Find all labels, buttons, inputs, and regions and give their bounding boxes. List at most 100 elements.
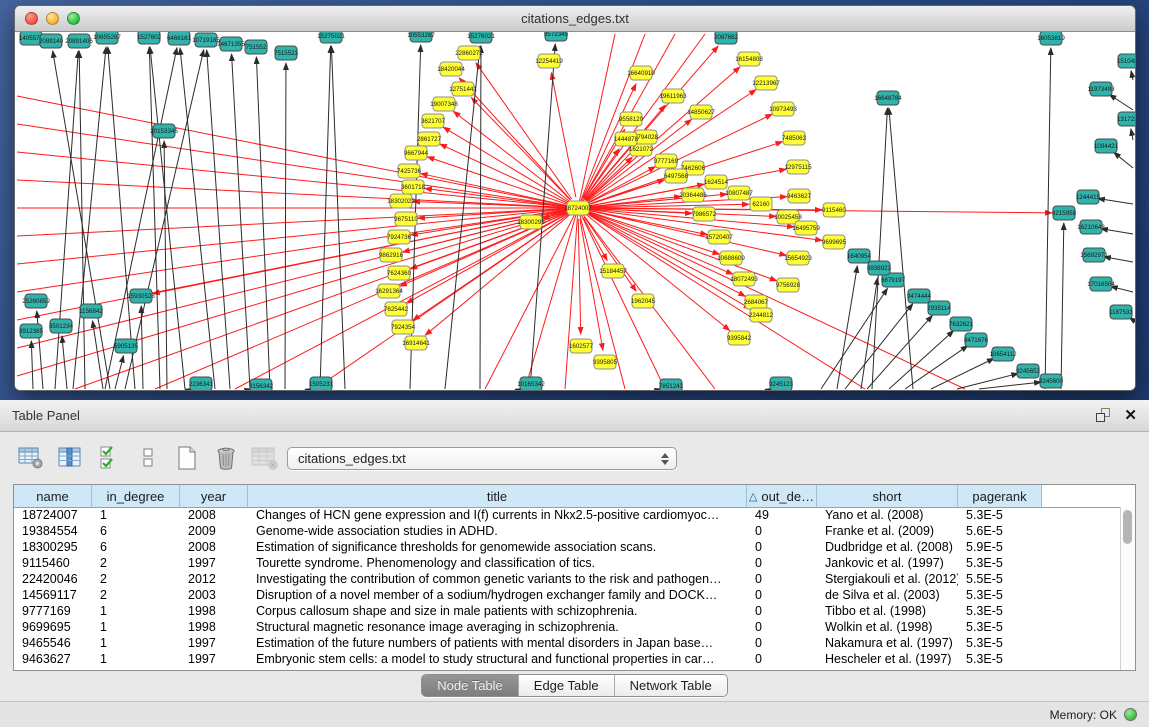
select-columns-button[interactable] [94,442,124,474]
network-node[interactable]: 15276021 [467,32,495,43]
network-node[interactable]: 3621707 [421,114,446,128]
network-node[interactable]: 1084421 [1094,139,1119,153]
network-node[interactable]: 7485063 [782,131,807,145]
network-node[interactable]: 15930528 [127,289,155,303]
window-titlebar[interactable]: citations_edges.txt [15,6,1135,32]
table-row[interactable]: 1938455462009Genome-wide association stu… [14,523,1121,539]
network-node[interactable]: 9558120 [619,112,644,126]
network-node[interactable]: 14850627 [687,105,715,119]
close-window-icon[interactable] [25,12,38,25]
network-node[interactable]: 16053819 [1037,32,1065,45]
zoom-window-icon[interactable] [67,12,80,25]
network-node[interactable]: 10655287 [93,32,121,44]
network-node[interactable]: 16154808 [735,52,763,66]
row-options-button[interactable] [133,442,163,474]
network-node[interactable]: 1640954 [847,249,872,263]
network-node[interactable]: 1244415 [1076,190,1101,204]
network-node[interactable]: 3601718 [401,180,426,194]
network-node[interactable]: 9756928 [776,278,801,292]
column-header-name[interactable]: name [14,485,92,507]
network-node[interactable]: 2089140 [39,34,64,48]
network-node[interactable]: 10688609 [717,251,745,265]
network-node[interactable]: 14671355 [217,37,245,51]
column-header-year[interactable]: year [180,485,248,507]
network-node[interactable]: 15184457 [599,264,627,278]
table-row[interactable]: 946554611997Estimation of the future num… [14,635,1121,651]
network-node[interactable]: 8215958 [1052,206,1077,220]
network-node[interactable]: 1505231 [309,377,334,390]
network-node[interactable]: 7851243 [659,379,684,390]
network-node[interactable]: 2244812 [749,308,774,322]
close-panel-icon[interactable]: ✕ [1124,408,1137,423]
network-node[interactable]: 7624360 [387,266,412,280]
network-node[interactable]: 12213967 [752,76,780,90]
table-row[interactable]: 2242004622012Investigating the contribut… [14,571,1121,587]
network-node[interactable]: 7425736 [397,164,422,178]
float-panel-icon[interactable] [1096,408,1112,423]
network-node[interactable]: 25260859 [22,294,50,308]
table-row[interactable]: 1456911722003Disruption of a novel membe… [14,587,1121,603]
trash-icon[interactable] [211,442,241,474]
network-node[interactable]: 22860272 [455,46,483,60]
network-node[interactable]: 18420044 [437,62,465,76]
table-row[interactable]: 911546021997Tourette syndrome. Phenomeno… [14,555,1121,571]
network-node[interactable]: 1527602 [137,32,162,44]
network-node[interactable]: 16495759 [792,221,820,235]
table-row[interactable]: 977716911998Corpus callosum shape and si… [14,603,1121,619]
memory-status-indicator[interactable] [1124,708,1137,721]
network-node[interactable]: 16640910 [627,66,655,80]
network-node[interactable]: 15692971 [1080,248,1108,262]
table-row[interactable]: 969969511998Structural magnetic resonanc… [14,619,1121,635]
vertical-scrollbar[interactable] [1120,507,1135,670]
network-node[interactable]: 15275021 [317,32,345,43]
network-node[interactable]: 9245123 [769,377,794,390]
network-node[interactable]: 1510488 [1117,54,1135,68]
network-node[interactable]: 9245600 [1039,374,1064,388]
column-header-short[interactable]: short [817,485,958,507]
network-node[interactable]: 15720407 [705,230,733,244]
network-node[interactable]: 12751441 [449,82,477,96]
network-node[interactable]: 7515523 [274,46,299,60]
network-node[interactable]: 6466161 [167,32,192,45]
network-node[interactable]: 2935114 [927,301,951,315]
new-table-button[interactable] [172,442,202,474]
network-node[interactable]: 9699695 [822,235,847,249]
network-node[interactable]: 19611963 [659,89,687,103]
network-node[interactable]: 9245652 [1016,364,1041,378]
network-node[interactable]: 7986572 [692,207,717,221]
tab-node-table[interactable]: Node Table [422,675,519,696]
network-node[interactable]: 2087682 [714,32,739,44]
network-view-window[interactable]: citations_edges.txt 18724007 16154808 1221… [14,5,1136,391]
column-header-title[interactable]: title [248,485,747,507]
network-node[interactable]: 8938923 [867,261,892,275]
network-node[interactable]: 10654112 [989,347,1017,361]
column-header-in_degree[interactable]: in_degree [92,485,180,507]
network-node[interactable]: 10553287 [407,32,435,42]
network-node[interactable]: 12254419 [535,54,563,68]
network-node[interactable]: 9395842 [727,331,752,345]
network-node[interactable]: 20891406 [65,34,93,48]
network-node[interactable]: 9395805 [593,355,618,369]
network-node[interactable]: 10973493 [769,102,797,116]
network-node[interactable]: 18302022 [387,194,415,208]
network-node[interactable]: 3912385 [19,324,44,338]
network-node[interactable]: 11973493 [1087,82,1115,96]
network-node[interactable]: 18724007 [564,201,592,215]
table-row[interactable]: 1830029562008Estimation of significance … [14,539,1121,555]
network-node[interactable]: 20153346 [150,124,178,138]
network-node[interactable]: 19007348 [430,97,458,111]
network-node[interactable]: 2236341 [189,377,214,390]
network-node[interactable]: 7924354 [391,320,416,334]
network-node[interactable]: 8572345 [544,32,569,41]
table-row[interactable]: 946362711997Embryonic stem cells: a mode… [14,651,1121,667]
network-node[interactable]: 7924736 [387,230,412,244]
network-node[interactable]: 1187533 [1109,305,1133,319]
network-node[interactable]: 9463627 [787,189,812,203]
network-node[interactable]: 10807487 [725,186,753,200]
network-node[interactable]: 9777169 [654,154,679,168]
network-node[interactable]: 8501234 [49,319,74,333]
network-node[interactable]: 7632621 [949,317,974,331]
network-node[interactable]: 62160 [750,197,772,211]
scrollbar-thumb[interactable] [1123,510,1132,544]
network-node[interactable]: 9667944 [404,146,429,160]
